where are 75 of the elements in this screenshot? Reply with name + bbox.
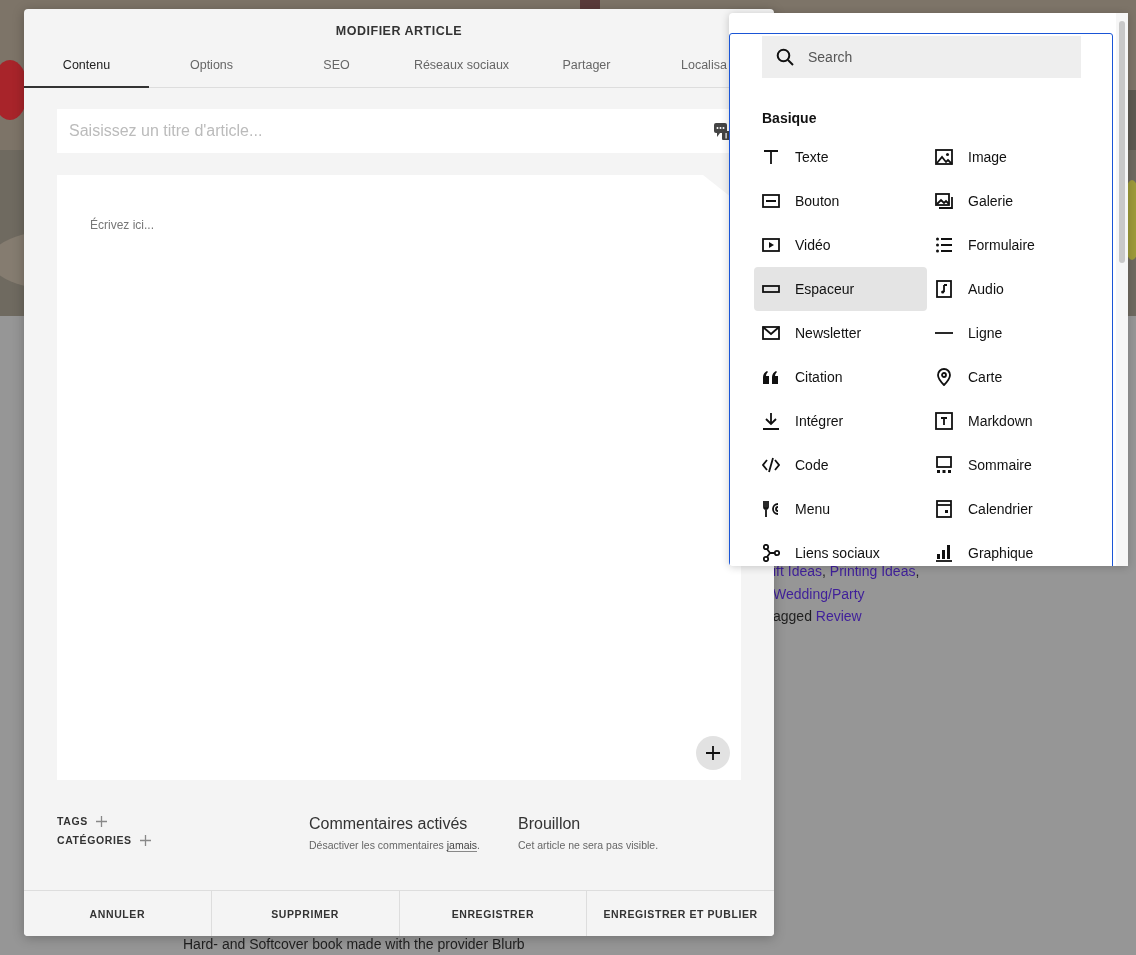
- tab[interactable]: Options: [149, 50, 274, 88]
- block-option[interactable]: Galerie: [927, 179, 1100, 223]
- link[interactable]: Wedding/Party: [773, 585, 865, 602]
- image-icon: [935, 148, 953, 166]
- block-option[interactable]: Image: [927, 135, 1100, 179]
- footer-button[interactable]: ENREGISTRER ET PUBLIER: [586, 891, 774, 936]
- plain-text: ,: [822, 563, 827, 579]
- scrollbar[interactable]: [1116, 13, 1128, 566]
- plus-icon: [705, 745, 721, 761]
- music-note-icon: [935, 280, 953, 298]
- table-of-contents-icon: [935, 456, 953, 474]
- line-icon: [935, 332, 953, 334]
- plain-text: agged: [773, 608, 813, 624]
- tags-label: TAGS: [57, 815, 88, 827]
- comments-heading: Commentaires activés: [309, 815, 469, 833]
- search-input[interactable]: Search: [806, 48, 1067, 66]
- calendar-icon: [935, 500, 953, 518]
- plain-text: ,: [915, 563, 920, 579]
- title-input[interactable]: Saisissez un titre d'article...: [67, 121, 713, 141]
- block-option[interactable]: Ligne: [927, 311, 1100, 355]
- footer-button[interactable]: ANNULER: [24, 891, 211, 936]
- tab[interactable]: SEO: [274, 50, 399, 88]
- footer-button[interactable]: ENREGISTRER: [398, 891, 587, 936]
- block-option[interactable]: Formulaire: [927, 223, 1100, 267]
- link[interactable]: Review: [815, 608, 862, 624]
- text-icon: [762, 148, 780, 166]
- map-pin-icon: [935, 368, 953, 386]
- share-nodes-icon: [762, 544, 780, 562]
- video-icon: [762, 236, 780, 254]
- plus-icon[interactable]: [95, 815, 107, 827]
- block-option[interactable]: Vidéo: [754, 223, 927, 267]
- block-option[interactable]: Calendrier: [927, 487, 1100, 531]
- tab[interactable]: Partager: [524, 50, 649, 88]
- download-icon: [762, 412, 780, 430]
- comment-icon[interactable]: [713, 122, 731, 140]
- list-icon: [935, 236, 953, 254]
- block-option[interactable]: Espaceur: [754, 267, 927, 311]
- plus-icon[interactable]: [139, 834, 151, 846]
- tab[interactable]: Réseaux sociaux: [399, 50, 524, 88]
- block-option[interactable]: Bouton: [754, 179, 927, 223]
- tab[interactable]: Localisa: [649, 50, 729, 88]
- categories-label: CATÉGORIES: [57, 834, 132, 846]
- envelope-icon: [762, 324, 780, 342]
- fork-icon: [762, 500, 780, 518]
- code-icon: [762, 456, 780, 474]
- body-editor[interactable]: Écrivez ici...: [57, 175, 741, 780]
- block-option[interactable]: Texte: [754, 135, 927, 179]
- block-option[interactable]: Audio: [927, 267, 1100, 311]
- gallery-icon: [935, 192, 953, 210]
- search-icon: [776, 48, 794, 66]
- tab[interactable]: Contenu: [24, 50, 149, 88]
- quote-icon: [762, 368, 780, 386]
- block-option[interactable]: Sommaire: [927, 443, 1100, 487]
- block-option[interactable]: Code: [754, 443, 927, 487]
- button-icon: [762, 192, 780, 210]
- search-field[interactable]: Search: [762, 36, 1081, 78]
- block-option[interactable]: Liens sociaux: [754, 531, 927, 566]
- status-text: Cet article ne sera pas visible.: [518, 838, 660, 853]
- section-heading: Basique: [762, 110, 818, 126]
- block-option[interactable]: Citation: [754, 355, 927, 399]
- comments-text: Désactiver les commentaires jamais.: [309, 838, 481, 854]
- block-option[interactable]: Carte: [927, 355, 1100, 399]
- modal-title: MODIFIER ARTICLE: [334, 23, 464, 40]
- bar-chart-icon: [935, 544, 953, 562]
- markdown-icon: [935, 412, 953, 430]
- block-option[interactable]: Newsletter: [754, 311, 927, 355]
- description-text: Hard- and Softcover book made with the provider Blurb: [183, 936, 525, 952]
- block-option[interactable]: Intégrer: [754, 399, 927, 443]
- block-option[interactable]: Menu: [754, 487, 927, 531]
- body-placeholder: Écrivez ici...: [90, 218, 154, 232]
- footer-button[interactable]: SUPPRIMER: [210, 891, 399, 936]
- add-block-button[interactable]: [696, 736, 730, 770]
- block-option[interactable]: Markdown: [927, 399, 1100, 443]
- status-heading: Brouillon: [518, 815, 582, 833]
- block-option[interactable]: Graphique: [927, 531, 1100, 566]
